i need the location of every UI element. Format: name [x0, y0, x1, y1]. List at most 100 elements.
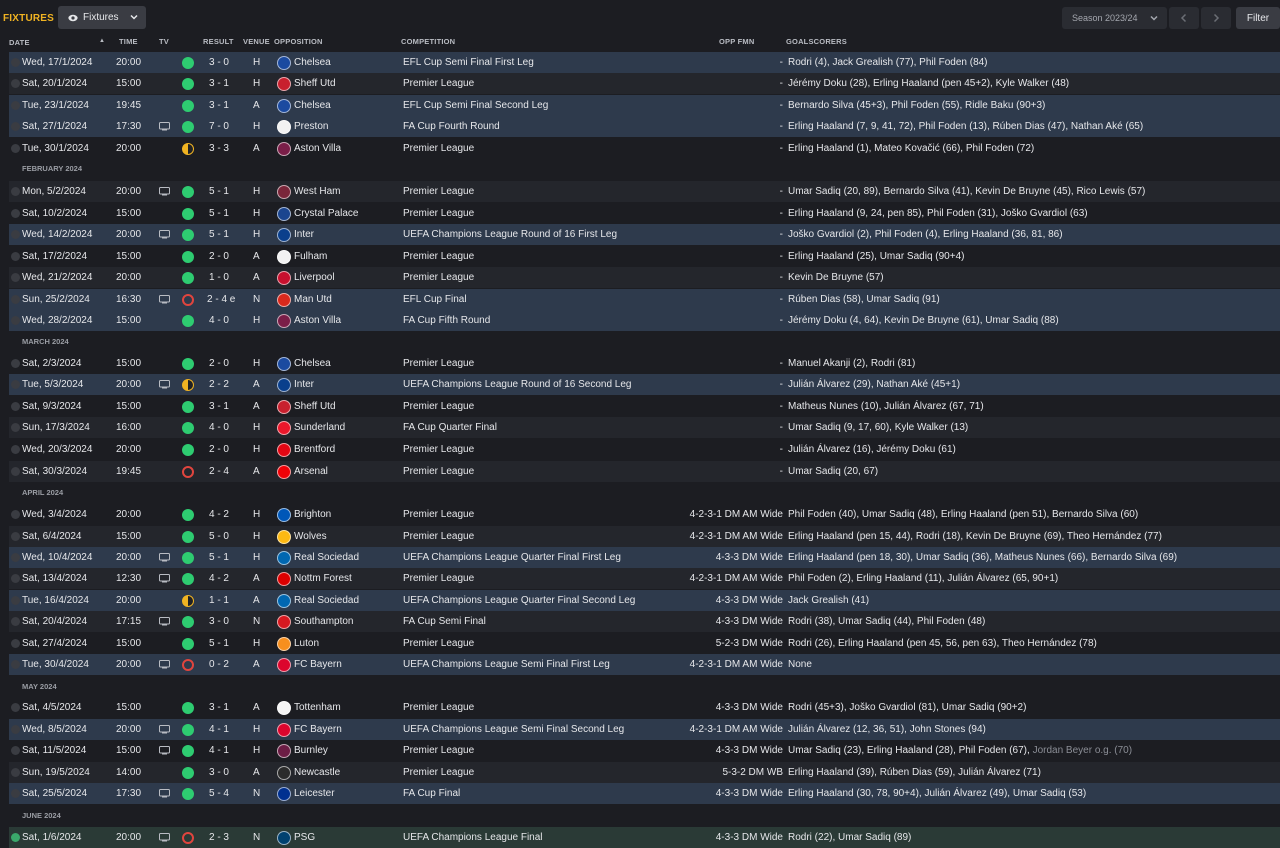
opposition-link[interactable]: Aston Villa — [294, 138, 341, 159]
fixture-row[interactable]: Tue, 30/4/2024 20:00 0 - 2 A FC Bayern UEFA C… — [9, 654, 1280, 675]
opposition-link[interactable]: Wolves — [294, 526, 327, 547]
fixture-row[interactable]: Sat, 25/5/2024 17:30 5 - 4 N Leicester FA Cup… — [9, 783, 1280, 804]
fixture-row[interactable]: Wed, 28/2/2024 15:00 4 - 0 H Aston Villa FA C… — [9, 310, 1280, 331]
opposition-link[interactable]: Man Utd — [294, 289, 332, 310]
fixture-row[interactable]: Sat, 13/4/2024 12:30 4 - 2 A Nottm Forest Pre… — [9, 568, 1280, 589]
fixture-row[interactable]: Wed, 3/4/2024 20:00 4 - 2 H Brighton Premier … — [9, 504, 1280, 525]
competition-link[interactable]: FA Cup Semi Final — [403, 611, 486, 632]
fixture-row[interactable]: Sat, 6/4/2024 15:00 5 - 0 H Wolves Premier Le… — [9, 526, 1280, 547]
competition-link[interactable]: Premier League — [403, 526, 474, 547]
competition-link[interactable]: Premier League — [403, 504, 474, 525]
fixture-row[interactable]: Sat, 20/1/2024 15:00 3 - 1 H Sheff Utd Premie… — [9, 73, 1280, 94]
opposition-link[interactable]: Aston Villa — [294, 310, 341, 331]
competition-link[interactable]: EFL Cup Final — [403, 289, 467, 310]
competition-link[interactable]: Premier League — [403, 203, 474, 224]
opposition-link[interactable]: Burnley — [294, 740, 328, 761]
opposition-link[interactable]: Preston — [294, 116, 328, 137]
competition-link[interactable]: UEFA Champions League Quarter Final Seco… — [403, 590, 635, 611]
fixture-row[interactable]: Wed, 17/1/2024 20:00 3 - 0 H Chelsea EFL Cup … — [9, 52, 1280, 73]
fixture-row[interactable]: Mon, 5/2/2024 20:00 5 - 1 H West Ham Premier … — [9, 181, 1280, 202]
fixture-row[interactable]: Sun, 17/3/2024 16:00 4 - 0 H Sunderland FA Cu… — [9, 417, 1280, 438]
competition-link[interactable]: UEFA Champions League Round of 16 First … — [403, 224, 617, 245]
column-opposition[interactable]: OPPOSITION — [274, 37, 323, 46]
opposition-link[interactable]: Brighton — [294, 504, 331, 525]
opposition-link[interactable]: Inter — [294, 374, 314, 395]
opposition-link[interactable]: FC Bayern — [294, 719, 342, 740]
competition-link[interactable]: Premier League — [403, 568, 474, 589]
competition-link[interactable]: UEFA Champions League Semi Final First L… — [403, 654, 610, 675]
competition-link[interactable]: Premier League — [403, 181, 474, 202]
fixture-row[interactable]: Sat, 27/1/2024 17:30 7 - 0 H Preston FA Cup F… — [9, 116, 1280, 137]
opposition-link[interactable]: Sunderland — [294, 417, 345, 438]
competition-link[interactable]: UEFA Champions League Semi Final Second … — [403, 719, 624, 740]
competition-link[interactable]: Premier League — [403, 461, 474, 482]
competition-link[interactable]: Premier League — [403, 246, 474, 267]
column-result[interactable]: RESULT — [203, 37, 234, 46]
competition-link[interactable]: Premier League — [403, 740, 474, 761]
opposition-link[interactable]: Real Sociedad — [294, 547, 359, 568]
season-dropdown[interactable]: Season 2023/24 — [1062, 7, 1167, 29]
fixture-row[interactable]: Sun, 19/5/2024 14:00 3 - 0 A Newcastle Premie… — [9, 762, 1280, 783]
competition-link[interactable]: Premier League — [403, 138, 474, 159]
fixture-row[interactable]: Wed, 8/5/2024 20:00 4 - 1 H FC Bayern UEFA Ch… — [9, 719, 1280, 740]
opposition-link[interactable]: Sheff Utd — [294, 396, 336, 417]
competition-link[interactable]: EFL Cup Semi Final First Leg — [403, 52, 534, 73]
competition-link[interactable]: Premier League — [403, 697, 474, 718]
opposition-link[interactable]: Real Sociedad — [294, 590, 359, 611]
next-season-button[interactable] — [1201, 7, 1231, 29]
fixture-row[interactable]: Sat, 1/6/2024 20:00 2 - 3 N PSG UEFA Champion… — [9, 827, 1280, 848]
opposition-link[interactable]: Luton — [294, 633, 319, 654]
column-venue[interactable]: VENUE — [243, 37, 270, 46]
opposition-link[interactable]: Chelsea — [294, 52, 331, 73]
fixture-row[interactable]: Wed, 10/4/2024 20:00 5 - 1 H Real Sociedad UE… — [9, 547, 1280, 568]
opposition-link[interactable]: Chelsea — [294, 353, 331, 374]
opposition-link[interactable]: FC Bayern — [294, 654, 342, 675]
fixture-row[interactable]: Sat, 11/5/2024 15:00 4 - 1 H Burnley Premier … — [9, 740, 1280, 761]
fixture-row[interactable]: Tue, 5/3/2024 20:00 2 - 2 A Inter UEFA Champi… — [9, 374, 1280, 395]
fixture-row[interactable]: Sat, 4/5/2024 15:00 3 - 1 A Tottenham Premier… — [9, 697, 1280, 718]
previous-season-button[interactable] — [1169, 7, 1199, 29]
fixture-row[interactable]: Sat, 10/2/2024 15:00 5 - 1 H Crystal Palace P… — [9, 203, 1280, 224]
competition-link[interactable]: Premier League — [403, 267, 474, 288]
opposition-link[interactable]: Southampton — [294, 611, 354, 632]
opposition-link[interactable]: Tottenham — [294, 697, 341, 718]
fixture-row[interactable]: Sat, 2/3/2024 15:00 2 - 0 H Chelsea Premier L… — [9, 353, 1280, 374]
opposition-link[interactable]: Arsenal — [294, 461, 328, 482]
competition-link[interactable]: UEFA Champions League Quarter Final Firs… — [403, 547, 621, 568]
fixture-row[interactable]: Wed, 14/2/2024 20:00 5 - 1 H Inter UEFA Champ… — [9, 224, 1280, 245]
opposition-link[interactable]: West Ham — [294, 181, 341, 202]
fixture-row[interactable]: Wed, 21/2/2024 20:00 1 - 0 A Liverpool Premie… — [9, 267, 1280, 288]
fixture-row[interactable]: Sun, 25/2/2024 16:30 2 - 4 e N Man Utd EFL Cu… — [9, 289, 1280, 310]
view-dropdown[interactable]: Fixtures — [58, 6, 146, 29]
competition-link[interactable]: FA Cup Fifth Round — [403, 310, 490, 331]
column-goalscorers[interactable]: GOALSCORERS — [786, 37, 847, 46]
fixture-row[interactable]: Sat, 9/3/2024 15:00 3 - 1 A Sheff Utd Premier… — [9, 396, 1280, 417]
competition-link[interactable]: FA Cup Quarter Final — [403, 417, 497, 438]
fixture-row[interactable]: Sat, 30/3/2024 19:45 2 - 4 A Arsenal Premier … — [9, 461, 1280, 482]
opposition-link[interactable]: Sheff Utd — [294, 73, 336, 94]
opposition-link[interactable]: Brentford — [294, 439, 335, 460]
filter-button[interactable]: Filter — [1236, 7, 1280, 29]
opposition-link[interactable]: Fulham — [294, 246, 327, 267]
opposition-link[interactable]: Nottm Forest — [294, 568, 352, 589]
fixture-row[interactable]: Tue, 30/1/2024 20:00 3 - 3 A Aston Villa Prem… — [9, 138, 1280, 159]
column-opp-fmn[interactable]: OPP FMN — [719, 37, 754, 46]
fixture-row[interactable]: Tue, 23/1/2024 19:45 3 - 1 A Chelsea EFL Cup … — [9, 95, 1280, 116]
competition-link[interactable]: Premier League — [403, 633, 474, 654]
competition-link[interactable]: Premier League — [403, 73, 474, 94]
competition-link[interactable]: FA Cup Final — [403, 783, 460, 804]
competition-link[interactable]: Premier League — [403, 762, 474, 783]
fixture-row[interactable]: Sat, 20/4/2024 17:15 3 - 0 N Southampton FA C… — [9, 611, 1280, 632]
fixture-row[interactable]: Tue, 16/4/2024 20:00 1 - 1 A Real Sociedad UE… — [9, 590, 1280, 611]
column-time[interactable]: TIME — [119, 37, 138, 46]
competition-link[interactable]: EFL Cup Semi Final Second Leg — [403, 95, 548, 116]
competition-link[interactable]: UEFA Champions League Final — [403, 827, 543, 848]
opposition-link[interactable]: PSG — [294, 827, 315, 848]
opposition-link[interactable]: Liverpool — [294, 267, 335, 288]
competition-link[interactable]: Premier League — [403, 396, 474, 417]
opposition-link[interactable]: Leicester — [294, 783, 335, 804]
opposition-link[interactable]: Newcastle — [294, 762, 340, 783]
column-tv[interactable]: TV — [159, 37, 169, 46]
fixture-row[interactable]: Sat, 27/4/2024 15:00 5 - 1 H Luton Premier Le… — [9, 633, 1280, 654]
opposition-link[interactable]: Chelsea — [294, 95, 331, 116]
